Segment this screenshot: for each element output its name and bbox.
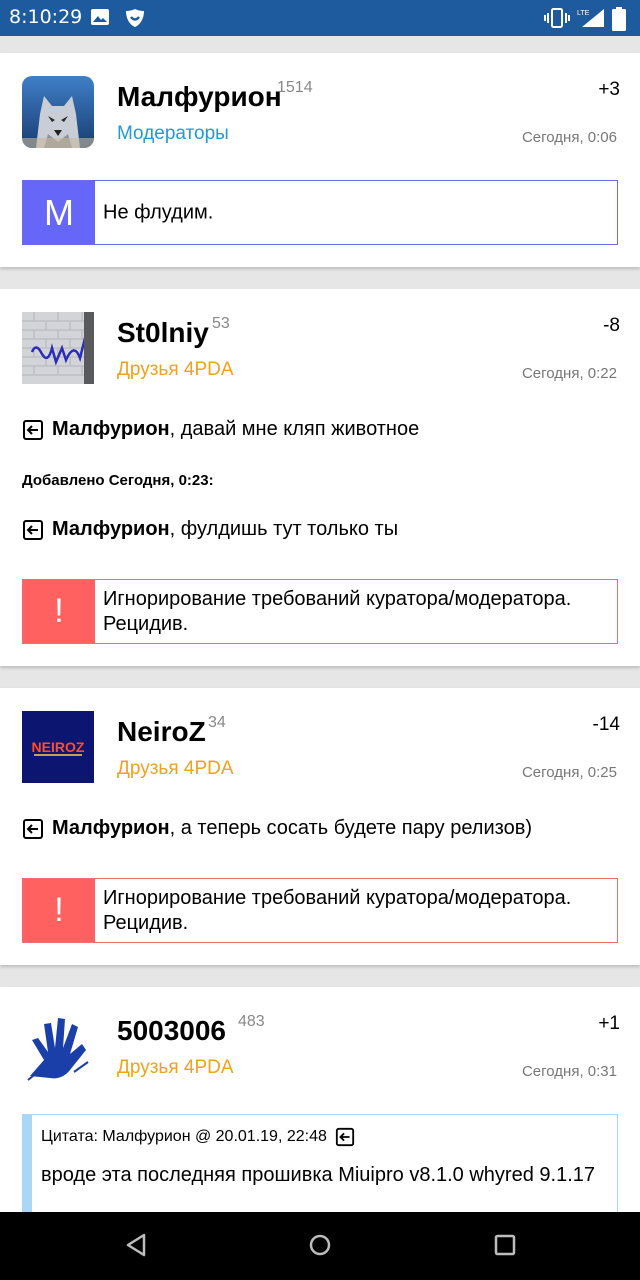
- avatar[interactable]: [22, 1010, 94, 1082]
- quote-header: Цитата: Малфурион @ 20.01.19, 22:48: [41, 1127, 355, 1147]
- post-reply-line: Малфурион, давай мне кляп животное: [22, 418, 419, 441]
- warning-icon: !: [23, 879, 95, 942]
- reputation-count[interactable]: 483: [238, 1013, 265, 1031]
- post-author-name[interactable]: St0lniy: [117, 317, 209, 349]
- post-karma[interactable]: -14: [593, 714, 620, 736]
- notice-text: Игнорирование требований куратора/модера…: [103, 587, 572, 635]
- post-card: St0lniy 53 Друзья 4PDA -8 Сегодня, 0:22 …: [0, 289, 640, 666]
- avatar[interactable]: [22, 76, 94, 148]
- home-nav-icon[interactable]: [308, 1232, 332, 1258]
- post-karma[interactable]: +3: [598, 79, 620, 101]
- post-author-name[interactable]: 5003006: [117, 1015, 226, 1047]
- post-reply-line: Малфурион, а теперь сосать будете пару р…: [22, 817, 532, 840]
- notice-text: Игнорирование требований куратора/модера…: [103, 886, 572, 934]
- post-author-name[interactable]: NeiroZ: [117, 716, 206, 748]
- status-bar: 8:10:29 LTE: [0, 0, 640, 36]
- avatar[interactable]: NEIROZ: [22, 711, 94, 783]
- reply-icon[interactable]: [22, 519, 44, 541]
- post-author-name[interactable]: Малфурион: [117, 81, 282, 113]
- post-date: Сегодня, 0:22: [521, 365, 617, 382]
- battery-icon: [612, 7, 626, 31]
- quote-block: Цитата: Малфурион @ 20.01.19, 22:48 врод…: [22, 1114, 618, 1212]
- recents-nav-icon[interactable]: [494, 1232, 516, 1258]
- post-date: Сегодня, 0:31: [521, 1063, 617, 1080]
- quote-text: вроде эта последняя прошивка Miuipro v8.…: [41, 1164, 595, 1186]
- mentioned-user[interactable]: Малфурион: [52, 518, 170, 541]
- post-karma[interactable]: +1: [598, 1013, 620, 1035]
- navigation-bar: [0, 1212, 640, 1280]
- post-text: , фулдишь тут только ты: [169, 518, 399, 540]
- avatar[interactable]: [22, 312, 94, 384]
- added-timestamp: Добавлено Сегодня, 0:23:: [22, 472, 214, 489]
- user-group: Модераторы: [117, 123, 229, 144]
- post-card: NEIROZ NeiroZ 34 Друзья 4PDA -14 Сегодня…: [0, 688, 640, 965]
- vibrate-icon: [544, 8, 570, 28]
- mentioned-user[interactable]: Малфурион: [52, 817, 170, 840]
- post-date: Сегодня, 0:25: [521, 764, 617, 781]
- posts-list[interactable]: Малфурион 1514 Модераторы +3 Сегодня, 0:…: [0, 36, 640, 1212]
- user-group: Друзья 4PDA: [117, 1057, 234, 1078]
- reputation-count[interactable]: 34: [208, 714, 226, 732]
- post-karma[interactable]: -8: [603, 315, 620, 337]
- user-group: Друзья 4PDA: [117, 359, 234, 380]
- quote-source: Цитата: Малфурион @ 20.01.19, 22:48: [41, 1128, 327, 1145]
- post-card: Малфурион 1514 Модераторы +3 Сегодня, 0:…: [0, 53, 640, 267]
- svg-text:NEIROZ: NEIROZ: [32, 739, 85, 755]
- notice-text: Не флудим.: [103, 201, 214, 223]
- post-text: , а теперь сосать будете пару релизов): [169, 817, 532, 839]
- post-text: , давай мне кляп животное: [169, 418, 420, 440]
- post-reply-line: Малфурион, фулдишь тут только ты: [22, 518, 398, 541]
- warning-notice: ! Игнорирование требований куратора/моде…: [22, 579, 618, 644]
- back-nav-icon[interactable]: [124, 1232, 148, 1258]
- moderator-badge: M: [23, 181, 95, 244]
- gallery-icon: [91, 9, 109, 25]
- warning-notice: ! Игнорирование требований куратора/моде…: [22, 878, 618, 943]
- reply-icon[interactable]: [335, 1127, 355, 1147]
- svg-text:LTE: LTE: [577, 10, 590, 17]
- signal-lte-icon: LTE: [577, 9, 604, 27]
- reputation-count[interactable]: 53: [212, 315, 230, 333]
- moderator-notice: M Не флудим.: [22, 180, 618, 245]
- reply-icon[interactable]: [22, 419, 44, 441]
- post-date: Сегодня, 0:06: [521, 129, 617, 146]
- mentioned-user[interactable]: Малфурион: [52, 418, 170, 441]
- reply-icon[interactable]: [22, 818, 44, 840]
- status-time: 8:10:29: [9, 6, 83, 28]
- warning-icon: !: [23, 580, 95, 643]
- user-group: Друзья 4PDA: [117, 758, 234, 779]
- shield-icon: [126, 9, 144, 27]
- reputation-count[interactable]: 1514: [277, 79, 313, 97]
